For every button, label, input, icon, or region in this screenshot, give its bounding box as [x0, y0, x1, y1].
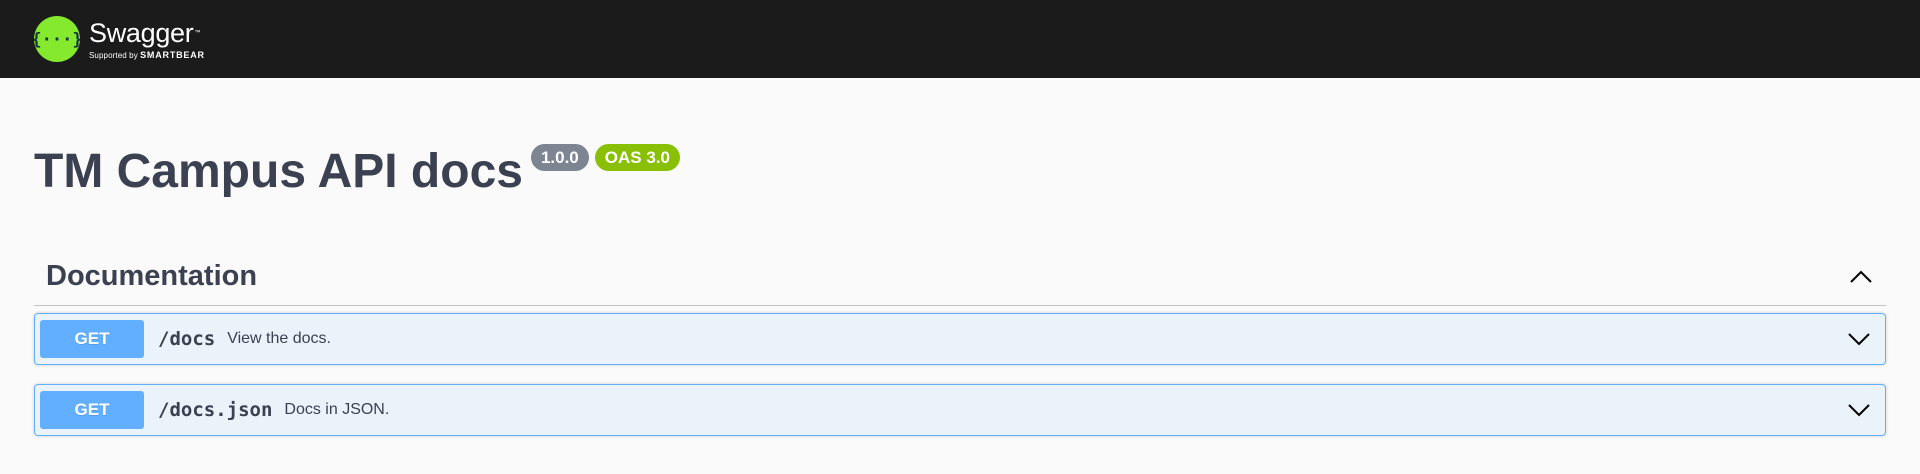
- oas-badge: OAS 3.0: [594, 144, 680, 171]
- page-title: TM Campus API docs 1.0.0 OAS 3.0: [34, 144, 680, 199]
- api-info: TM Campus API docs 1.0.0 OAS 3.0: [34, 78, 1886, 248]
- operation-summary: Docs in JSON.: [284, 401, 390, 418]
- method-badge: GET: [40, 320, 144, 358]
- topbar: {···} Swagger™ Supported by SMARTBEAR: [0, 0, 1920, 78]
- operation-summary: View the docs.: [227, 330, 331, 347]
- logo-name: Swagger: [89, 17, 194, 48]
- operation-get-docs-json[interactable]: GET /docs.json Docs in JSON.: [34, 384, 1886, 436]
- expand-button[interactable]: [1846, 329, 1872, 349]
- tag-title[interactable]: Documentation: [46, 260, 257, 293]
- swagger-logo-icon: {···}: [34, 16, 80, 62]
- collapse-button[interactable]: [1848, 267, 1874, 287]
- main-wrapper: TM Campus API docs 1.0.0 OAS 3.0 Documen…: [0, 78, 1920, 436]
- version-badge: 1.0.0: [530, 144, 589, 171]
- logo-supported-text: Supported by: [89, 50, 138, 60]
- swagger-logo-link[interactable]: {···} Swagger™ Supported by SMARTBEAR: [34, 16, 205, 62]
- logo-brand: SMARTBEAR: [140, 49, 205, 60]
- chevron-up-icon: [1850, 270, 1872, 283]
- tag-section-header[interactable]: Documentation: [34, 248, 1886, 306]
- svg-text:{···}: {···}: [34, 30, 80, 50]
- chevron-down-icon: [1848, 404, 1870, 417]
- method-badge: GET: [40, 391, 144, 429]
- api-title: TM Campus API docs: [34, 145, 523, 198]
- expand-button[interactable]: [1846, 400, 1872, 420]
- operation-path[interactable]: /docs.json: [158, 399, 272, 421]
- operation-path[interactable]: /docs: [158, 328, 215, 350]
- chevron-down-icon: [1848, 333, 1870, 346]
- logo-tm: ™: [194, 29, 201, 36]
- logo-text: Swagger™ Supported by SMARTBEAR: [89, 19, 205, 60]
- operation-get-docs[interactable]: GET /docs View the docs.: [34, 313, 1886, 365]
